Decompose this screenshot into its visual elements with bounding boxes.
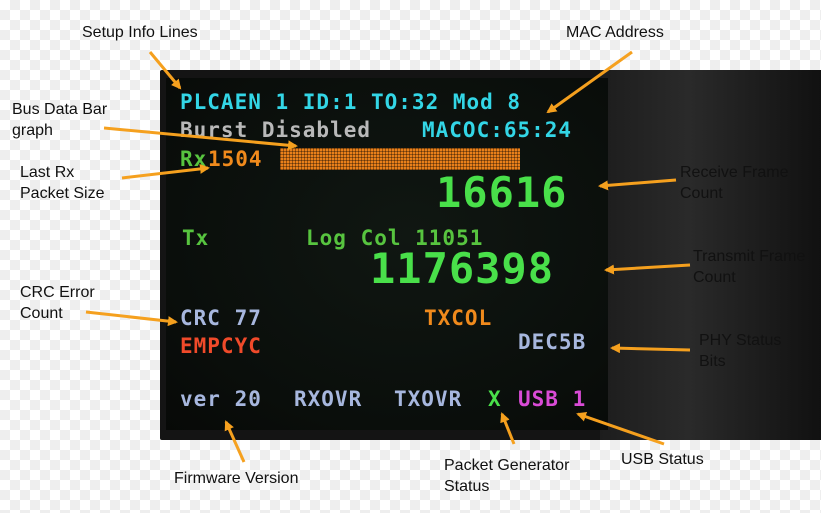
label-pktgen-1: Packet Generator [444,457,570,474]
label-crc-1: CRC Error [20,284,95,301]
label-setup-info: Setup Info Lines [82,24,198,41]
arrow-firmware [224,420,246,463]
label-last-rx-1: Last Rx [20,164,75,181]
label-firmware: Firmware Version [174,470,299,487]
label-tx-count-2: Count [693,269,736,286]
label-usb-status: USB Status [621,451,704,468]
arrow-mac-address [546,50,633,114]
arrow-setup-info [148,51,182,90]
arrow-tx-count [604,263,691,275]
arrow-last-rx [121,163,210,180]
label-phy-1: PHY Status [699,332,782,349]
label-bus-bar-1: Bus Data Bar [12,101,108,118]
label-mac-address: MAC Address [566,24,664,41]
label-pktgen-2: Status [444,478,490,495]
label-last-rx-2: Packet Size [20,185,105,202]
arrow-bus-bar [103,126,298,151]
arrow-rx-count [598,178,677,191]
arrow-usb [576,411,665,446]
label-tx-count-1: Transmit Frame [693,248,806,265]
label-rx-count-2: Count [680,185,723,202]
label-crc-2: Count [20,305,63,322]
arrow-pktgen [500,412,516,445]
label-phy-2: Bits [699,353,726,370]
arrow-crc [85,310,178,327]
label-bus-bar-2: graph [12,122,53,139]
arrow-phy [610,343,691,354]
label-rx-count-1: Receive Frame [680,164,789,181]
